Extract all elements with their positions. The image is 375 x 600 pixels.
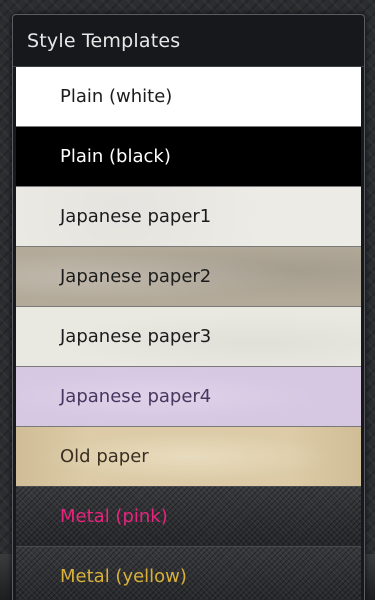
- template-item-japanese-paper1[interactable]: Japanese paper1: [16, 186, 361, 246]
- template-label: Plain (black): [60, 146, 171, 167]
- template-item-old-paper[interactable]: Old paper: [16, 426, 361, 486]
- template-item-japanese-paper3[interactable]: Japanese paper3: [16, 306, 361, 366]
- template-label: Japanese paper3: [60, 326, 212, 347]
- template-label: Metal (yellow): [60, 566, 187, 587]
- template-label: Old paper: [60, 446, 149, 467]
- template-label: Japanese paper2: [60, 266, 212, 287]
- template-item-japanese-paper2[interactable]: Japanese paper2: [16, 246, 361, 306]
- template-item-plain-white[interactable]: Plain (white): [16, 67, 361, 126]
- template-label: Japanese paper4: [60, 386, 212, 407]
- template-label: Plain (white): [60, 86, 173, 107]
- template-label: Metal (pink): [60, 506, 168, 527]
- template-item-japanese-paper4[interactable]: Japanese paper4: [16, 366, 361, 426]
- style-templates-dialog: Style Templates Plain (white) Plain (bla…: [12, 14, 365, 600]
- dialog-title: Style Templates: [13, 15, 364, 67]
- template-item-plain-black[interactable]: Plain (black): [16, 126, 361, 186]
- template-list[interactable]: Plain (white) Plain (black) Japanese pap…: [16, 67, 361, 600]
- template-item-metal-pink[interactable]: Metal (pink): [16, 486, 361, 546]
- template-label: Japanese paper1: [60, 206, 212, 227]
- template-item-metal-yellow[interactable]: Metal (yellow): [16, 546, 361, 600]
